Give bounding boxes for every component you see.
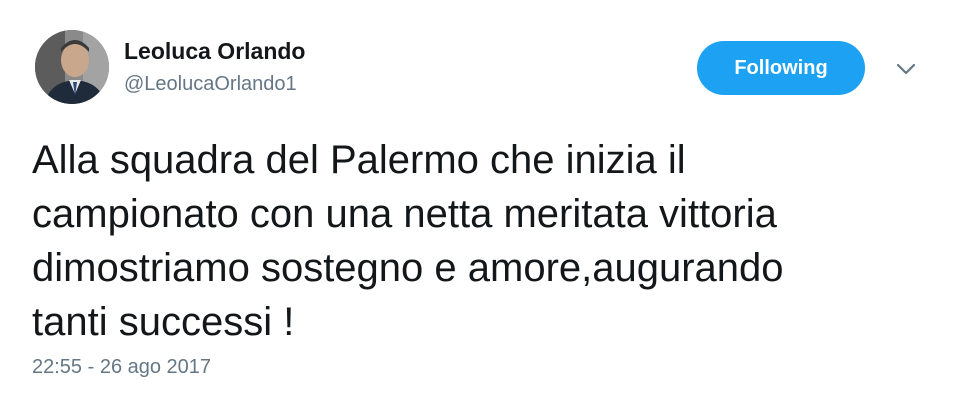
avatar-photo-icon — [35, 30, 109, 104]
tweet-text-line: Alla squadra del Palermo che inizia il — [32, 138, 686, 182]
chevron-down-icon — [896, 63, 916, 75]
tweet-timestamp[interactable]: 22:55 - 26 ago 2017 — [32, 356, 211, 379]
tweet-text: Alla squadra del Palermo che inizia il c… — [32, 133, 932, 349]
tweet-card: Leoluca Orlando @LeolucaOrlando1 Followi… — [0, 0, 966, 400]
tweet-text-line: campionato con una netta meritata vittor… — [32, 192, 777, 236]
tweet-menu-button[interactable] — [893, 58, 919, 80]
tweet-text-line: dimostriamo sostegno e amore,augurando — [32, 246, 784, 290]
author-name[interactable]: Leoluca Orlando — [124, 38, 305, 65]
tweet-text-line: tanti successi ! — [32, 300, 295, 344]
following-button[interactable]: Following — [697, 41, 865, 95]
author-handle[interactable]: @LeolucaOrlando1 — [124, 73, 297, 96]
author-avatar[interactable] — [35, 30, 109, 104]
